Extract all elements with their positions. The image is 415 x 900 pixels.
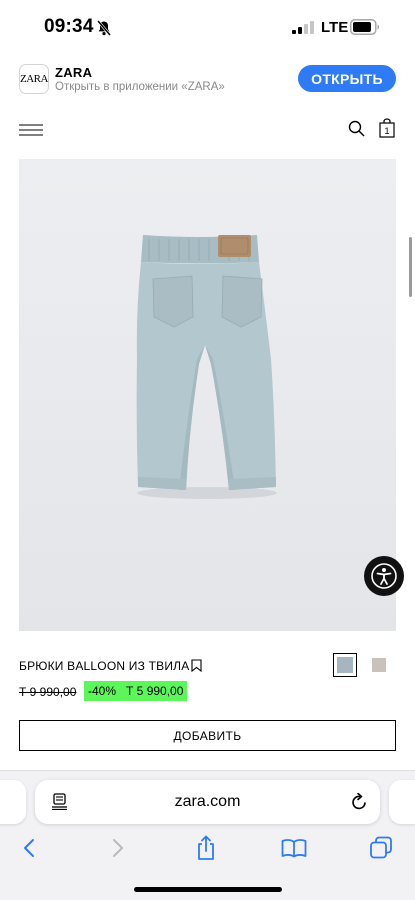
page-scrollbar[interactable] — [409, 237, 412, 297]
swatch-fill — [337, 657, 353, 673]
bag-count: 1 — [384, 126, 389, 136]
add-to-cart-button[interactable]: ДОБАВИТЬ — [19, 720, 396, 751]
accessibility-button[interactable] — [364, 556, 404, 596]
color-swatch-light-blue[interactable] — [333, 653, 357, 677]
status-bar: 09:34 LTE — [0, 0, 415, 54]
address-bar[interactable]: zara.com — [35, 780, 380, 824]
bookmarks-icon[interactable] — [280, 834, 308, 862]
tabs-icon[interactable] — [369, 834, 393, 862]
site-header: 1 — [0, 112, 415, 146]
accessibility-icon — [371, 563, 397, 589]
forward-icon[interactable] — [107, 834, 129, 862]
zara-app-logo: ZARA — [19, 64, 49, 94]
product-title: БРЮКИ BALLOON ИЗ ТВИЛА — [19, 659, 190, 673]
signal-icon — [292, 21, 314, 34]
browser-bar: zara.com — [0, 770, 415, 900]
shopping-bag-icon[interactable]: 1 — [379, 118, 395, 138]
next-tab-preview[interactable] — [389, 780, 415, 824]
pants-illustration — [19, 159, 396, 631]
sale-price: Т 5 990,00 — [126, 684, 184, 698]
old-price: Т 9 990,00 — [19, 685, 77, 699]
sale-price-tag: -40% Т 5 990,00 — [84, 681, 188, 701]
status-time: 09:34 — [44, 16, 94, 37]
menu-icon[interactable] — [19, 123, 43, 136]
app-banner: ZARA ZARA Открыть в приложении «ZARA» ОТ… — [0, 60, 415, 100]
app-name: ZARA — [55, 65, 93, 80]
previous-tab-preview[interactable] — [0, 780, 26, 824]
reload-icon[interactable] — [351, 792, 368, 811]
open-in-app-button[interactable]: ОТКРЫТЬ — [298, 65, 396, 92]
search-icon[interactable] — [348, 120, 365, 137]
battery-icon — [350, 19, 380, 35]
home-indicator — [134, 887, 282, 892]
back-icon[interactable] — [18, 834, 40, 862]
discount-percent: -40% — [88, 684, 117, 698]
share-icon[interactable] — [194, 834, 218, 862]
color-swatch-beige[interactable] — [372, 658, 386, 672]
url-text: zara.com — [174, 793, 241, 810]
product-image[interactable] — [19, 159, 396, 631]
network-label: LTE — [321, 19, 349, 36]
browser-toolbar — [0, 830, 415, 866]
bookmark-icon[interactable] — [191, 659, 202, 673]
bell-slash-icon — [97, 20, 111, 36]
app-subtitle: Открыть в приложении «ZARA» — [55, 81, 225, 93]
